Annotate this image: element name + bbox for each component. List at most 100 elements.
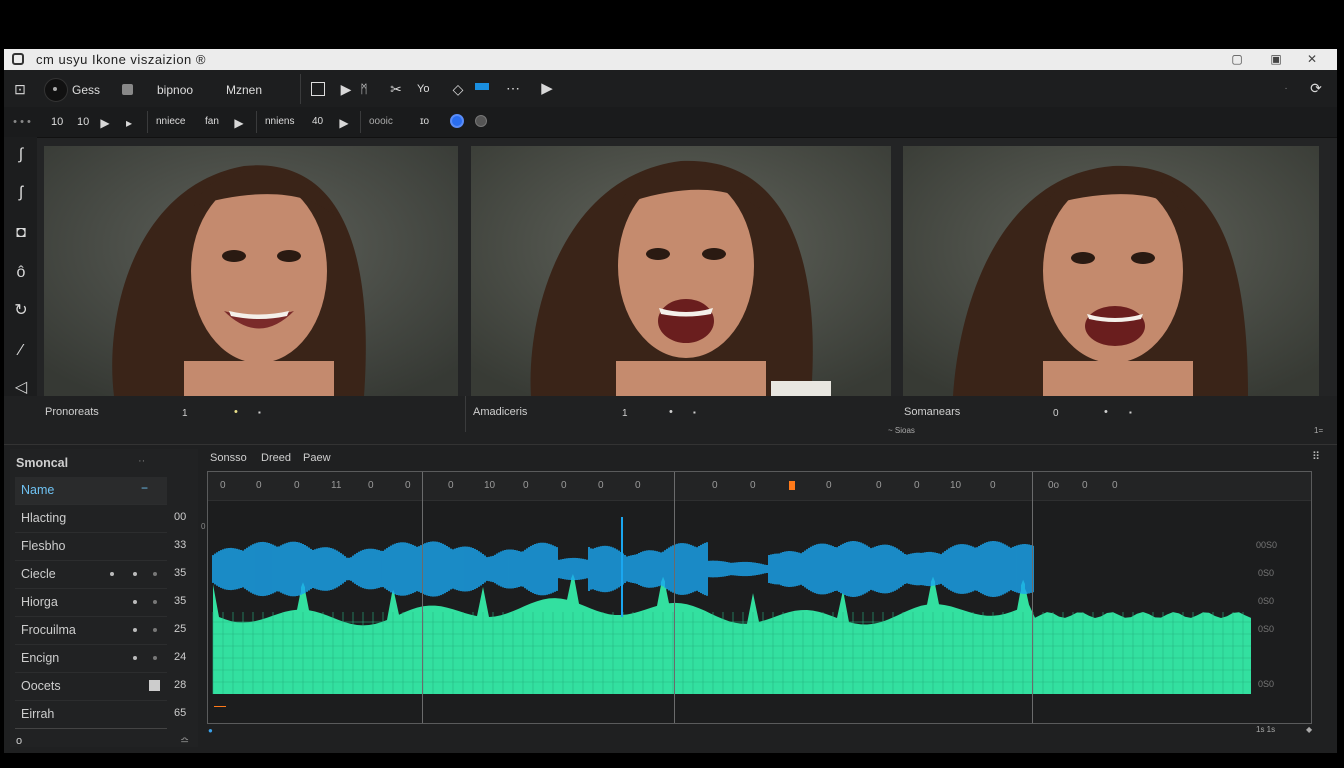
indicator-dot xyxy=(133,628,137,632)
panel-menu-icon[interactable]: ·· xyxy=(138,455,145,467)
frame-num-1: 1 xyxy=(182,408,188,419)
mode-label-2[interactable]: fan xyxy=(205,116,219,127)
value-7: 28 xyxy=(174,679,187,691)
timeline-start-dot[interactable]: ● xyxy=(208,726,213,735)
list-item[interactable]: Oocets xyxy=(15,673,167,701)
record-dot xyxy=(53,87,57,91)
tab-gess[interactable]: Gess xyxy=(72,83,100,97)
frame-mark-3: ▪ xyxy=(1129,408,1132,417)
play-mode2-icon[interactable]: ▶ xyxy=(337,115,351,131)
frame-start[interactable]: 10 xyxy=(51,116,63,128)
video-frame-2[interactable] xyxy=(471,146,891,396)
frame-mark-1: ▪ xyxy=(258,408,261,417)
checkbox[interactable] xyxy=(149,680,160,691)
frame-image-2 xyxy=(471,146,891,396)
list-item[interactable]: Flesbho xyxy=(15,533,167,561)
list-item[interactable]: Hlacting xyxy=(15,505,167,533)
list-item[interactable]: Frocuilma xyxy=(15,617,167,645)
segment-marker[interactable] xyxy=(422,472,423,723)
value-5: 25 xyxy=(174,623,187,635)
maximize-button[interactable]: ▣ xyxy=(1269,52,1283,66)
list-item-label: Eirrah xyxy=(21,707,55,721)
play-mode-icon[interactable]: ▶ xyxy=(232,115,246,131)
brush-icon[interactable]: ⁄ xyxy=(12,343,30,359)
video-frame-3[interactable] xyxy=(903,146,1319,396)
level-label: 0S0 xyxy=(1258,624,1275,634)
audio-timeline[interactable]: 0 0 0 11 0 0 0 10 0 0 0 0 0 0 0 0 0 10 0 xyxy=(207,471,1312,724)
tab-mznen[interactable]: Mznen xyxy=(226,83,262,97)
list-item[interactable]: Hiorga xyxy=(15,589,167,617)
mode-label-1[interactable]: nniece xyxy=(156,116,185,127)
panel-footer-handle[interactable]: o xyxy=(16,735,22,747)
rotate-icon[interactable]: ↻ xyxy=(12,303,30,319)
shield-icon[interactable]: ◘ xyxy=(12,225,30,241)
tab-bipnoo[interactable]: bipnoo xyxy=(157,83,193,97)
video-frame-1[interactable] xyxy=(44,146,458,396)
frame-dot-3: • xyxy=(1104,406,1108,418)
value-1: 00 xyxy=(174,511,187,523)
send-icon[interactable]: ◁ xyxy=(12,380,30,396)
window-title: cm usyu Ikone viszaizion ® xyxy=(36,52,206,67)
grid-toggle-icon[interactable]: ⠿ xyxy=(1312,450,1320,463)
mode-label-3[interactable]: nniens xyxy=(265,116,294,127)
frame-caption-2: Amadiceris xyxy=(473,406,528,418)
indicator-dot xyxy=(133,572,137,576)
toolbar-divider xyxy=(300,74,301,104)
timeline-end-icon[interactable]: ◆ xyxy=(1306,725,1312,734)
diamond-icon[interactable]: ◇ xyxy=(450,81,466,97)
play-icon[interactable]: ▶ xyxy=(539,81,555,97)
skip-icon[interactable]: ᛗ xyxy=(358,81,370,97)
face-scan-icon[interactable]: ⊡ xyxy=(12,81,28,97)
waveform-toggle-icon[interactable] xyxy=(475,83,489,90)
frame-caption-1: Pronoreats xyxy=(45,406,99,418)
value-2: 33 xyxy=(174,539,187,551)
list-item[interactable]: Eirrah xyxy=(15,701,167,729)
toolbar2-divider-1 xyxy=(147,111,148,133)
color-picker-icon[interactable] xyxy=(450,114,464,128)
list-item[interactable]: Name − xyxy=(15,477,167,505)
list-item-label: Hiorga xyxy=(21,595,58,609)
list-item[interactable]: Ciecle xyxy=(15,561,167,589)
frame-image-3 xyxy=(903,146,1319,396)
play-small-icon[interactable]: ▶ xyxy=(98,115,112,131)
list-item[interactable]: Encign xyxy=(15,645,167,673)
minimize-button[interactable]: ▢ xyxy=(1230,52,1244,66)
panel-footer-icon[interactable]: ≏ xyxy=(180,734,189,747)
mode-label-6[interactable]: ɪo xyxy=(420,116,429,127)
tab-dreed[interactable]: Dreed xyxy=(261,452,291,464)
select-box-icon[interactable] xyxy=(311,82,325,96)
list-item-label: Name xyxy=(21,483,55,497)
close-button[interactable]: ✕ xyxy=(1305,52,1319,66)
waveform-display[interactable] xyxy=(208,472,1311,723)
track-label-marker: 0 xyxy=(201,522,206,531)
stop-icon[interactable] xyxy=(122,84,133,95)
tag-icon[interactable]: ✂ xyxy=(388,81,404,97)
frame-mark-2: ▪ xyxy=(693,408,696,417)
indicator-dot xyxy=(153,572,157,576)
curve-icon[interactable]: ʃ xyxy=(12,185,30,201)
mode-label-4[interactable]: 40 xyxy=(312,116,323,127)
level-label: 0S0 xyxy=(1258,568,1275,578)
more-icon[interactable]: ⋯ xyxy=(505,80,521,96)
level-track xyxy=(213,571,1251,694)
segment-marker[interactable] xyxy=(1032,472,1033,723)
frame-end[interactable]: 10 xyxy=(77,116,89,128)
list-item-label: Encign xyxy=(21,651,60,665)
frame-num-3: 0 xyxy=(1053,408,1059,419)
refresh-icon[interactable]: ⟳ xyxy=(1307,80,1325,96)
lasso-icon[interactable]: ∫ xyxy=(12,147,30,163)
settings-icon[interactable] xyxy=(475,115,487,127)
list-item-label: Ciecle xyxy=(21,567,56,581)
handle-icon[interactable]: • • • xyxy=(8,114,36,130)
yo-button[interactable]: Yo xyxy=(417,83,429,95)
tab-sonsso[interactable]: Sonsso xyxy=(210,452,247,464)
collapse-icon[interactable]: − xyxy=(141,481,148,495)
mode-label-5[interactable]: oooic xyxy=(369,116,393,127)
indicator-dot xyxy=(153,656,157,660)
tab-paew[interactable]: Paew xyxy=(303,452,331,464)
play-arrow-icon[interactable]: ▶ xyxy=(338,81,354,97)
drop-icon[interactable]: ô xyxy=(12,265,30,281)
loop-in-marker[interactable] xyxy=(214,706,226,707)
segment-marker[interactable] xyxy=(674,472,675,723)
next-icon[interactable]: ▸ xyxy=(122,115,136,131)
